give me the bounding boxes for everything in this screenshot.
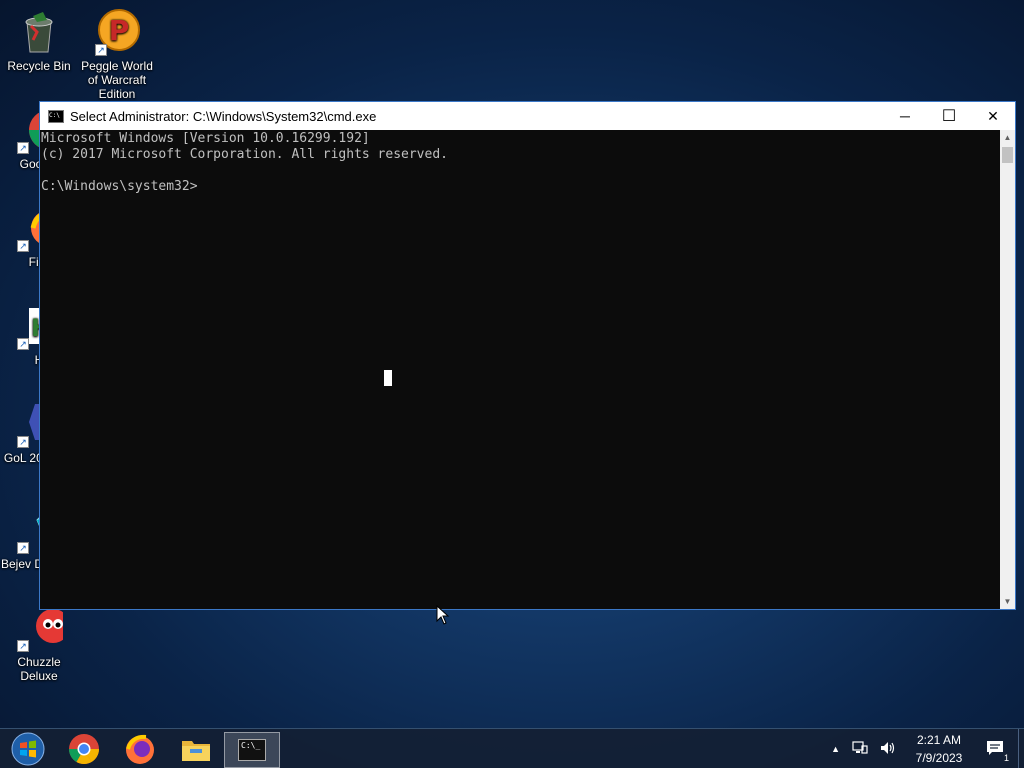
desktop-icon-peggle[interactable]: P ↗ Peggle World of Warcraft Edition bbox=[78, 8, 156, 101]
scroll-down-icon[interactable]: ▼ bbox=[1000, 594, 1015, 609]
window-title: Select Administrator: C:\Windows\System3… bbox=[70, 108, 377, 124]
network-icon[interactable] bbox=[852, 740, 868, 758]
desktop-icon-label: Peggle World of Warcraft Edition bbox=[81, 59, 153, 101]
notification-count-badge: 1 bbox=[1002, 752, 1010, 763]
peggle-icon: P ↗ bbox=[93, 8, 141, 56]
desktop-icon-label: Recycle Bin bbox=[7, 59, 71, 73]
system-tray: ▲ 2:21 AM 7/9/2023 1 bbox=[825, 729, 1024, 768]
firefox-icon bbox=[126, 734, 154, 764]
maximize-button[interactable]: ☐ bbox=[927, 102, 971, 130]
console-output[interactable]: Microsoft Windows [Version 10.0.16299.19… bbox=[40, 130, 1000, 609]
action-center-button[interactable]: 1 bbox=[986, 740, 1010, 763]
chrome-icon bbox=[69, 734, 99, 765]
cmd-app-icon: C:\ bbox=[48, 109, 64, 123]
file-explorer-icon bbox=[182, 741, 210, 761]
shortcut-arrow-icon: ↗ bbox=[17, 240, 29, 252]
show-hidden-icons-button[interactable]: ▲ bbox=[831, 744, 840, 754]
clock[interactable]: 2:21 AM 7/9/2023 bbox=[902, 731, 976, 767]
chuzzle-icon: ↗ bbox=[15, 604, 70, 652]
close-icon: ✕ bbox=[987, 107, 999, 124]
shortcut-arrow-icon: ↗ bbox=[95, 44, 107, 56]
shortcut-arrow-icon: ↗ bbox=[17, 338, 29, 350]
desktop-icon-recycle-bin[interactable]: Recycle Bin bbox=[0, 8, 78, 73]
maximize-icon: ☐ bbox=[941, 108, 957, 125]
taskbar: C:\_ ▲ 2:21 AM 7/9/2023 1 bbox=[0, 728, 1024, 768]
taskbar-firefox[interactable] bbox=[112, 729, 168, 768]
shortcut-arrow-icon: ↗ bbox=[17, 436, 29, 448]
taskbar-cmd[interactable]: C:\_ bbox=[224, 731, 280, 768]
clock-time: 2:21 AM bbox=[916, 733, 962, 747]
desktop-icon-chuzzle-deluxe[interactable]: ↗ Chuzzle Deluxe bbox=[0, 604, 78, 683]
text-cursor bbox=[384, 370, 392, 386]
start-button[interactable] bbox=[0, 729, 56, 768]
shortcut-arrow-icon: ↗ bbox=[17, 142, 29, 154]
taskbar-file-explorer[interactable] bbox=[168, 729, 224, 768]
cmd-icon: C:\_ bbox=[238, 738, 266, 761]
clock-date: 7/9/2023 bbox=[915, 751, 963, 765]
minimize-icon: ─ bbox=[900, 108, 910, 124]
minimize-button[interactable]: ─ bbox=[883, 102, 927, 130]
svg-text:P: P bbox=[109, 14, 130, 47]
notification-icon bbox=[987, 740, 1003, 755]
shortcut-arrow-icon: ↗ bbox=[17, 640, 29, 652]
close-button[interactable]: ✕ bbox=[971, 102, 1015, 130]
scrollbar-thumb[interactable] bbox=[1002, 147, 1013, 163]
recycle-bin-icon bbox=[15, 8, 63, 56]
desktop: Recycle Bin P ↗ Peggle World of Warcraft… bbox=[0, 0, 1024, 768]
scroll-up-icon[interactable]: ▲ bbox=[1000, 130, 1015, 145]
shortcut-arrow-icon: ↗ bbox=[17, 542, 29, 554]
show-desktop-button[interactable] bbox=[1018, 729, 1024, 768]
vertical-scrollbar[interactable]: ▲ ▼ bbox=[1000, 130, 1015, 609]
title-bar[interactable]: C:\ Select Administrator: C:\Windows\Sys… bbox=[40, 102, 1015, 130]
volume-icon[interactable] bbox=[880, 741, 896, 758]
windows-orb-icon bbox=[11, 732, 45, 766]
mouse-pointer-icon bbox=[436, 605, 450, 625]
cmd-window[interactable]: C:\ Select Administrator: C:\Windows\Sys… bbox=[39, 101, 1016, 610]
desktop-icon-label: Chuzzle Deluxe bbox=[17, 655, 61, 683]
taskbar-chrome[interactable] bbox=[56, 729, 112, 768]
